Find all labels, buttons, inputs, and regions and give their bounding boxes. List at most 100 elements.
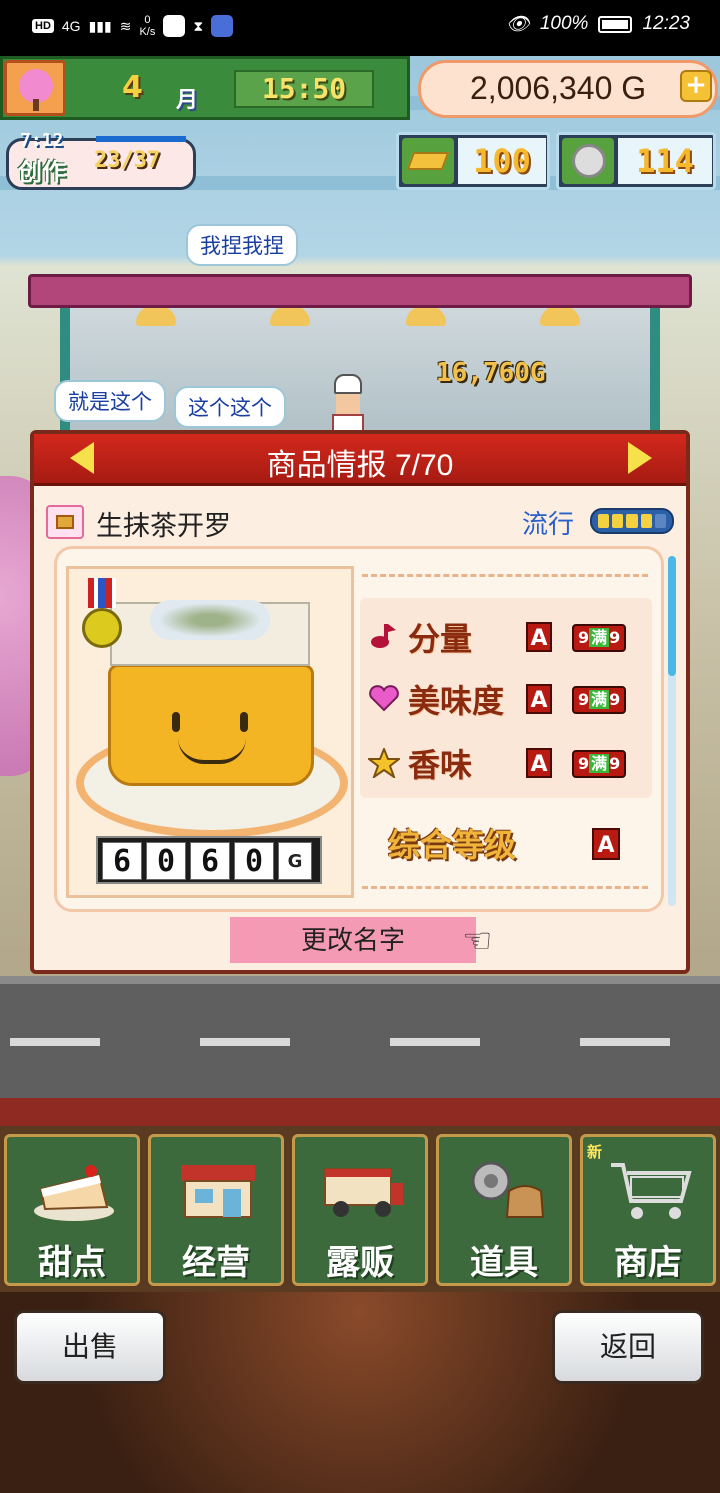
money-amount: 2,006,340 G: [470, 70, 647, 106]
cake-eye: [172, 712, 180, 732]
stat-max-badge: 9满9: [572, 750, 627, 778]
signal-icon: ▮▮▮: [88, 17, 112, 34]
floating-income: 16,760G: [436, 358, 546, 388]
battery-percent: 100%: [539, 13, 589, 34]
product-name: 生抹茶开罗: [96, 511, 231, 541]
cake-image: [108, 664, 314, 786]
chef-character[interactable]: [328, 374, 368, 434]
stat-grade: A: [526, 622, 552, 652]
overall-grade: A: [592, 828, 620, 860]
create-timer: 7:12: [20, 130, 64, 151]
month-unit: 月: [176, 88, 199, 113]
trend-segment: [598, 514, 610, 528]
lane-marking: [10, 1038, 100, 1046]
food-truck-icon: [317, 1155, 407, 1225]
gold-bar-icon: [402, 138, 454, 184]
music-note-icon: [368, 622, 400, 650]
create-label: 创作: [18, 158, 66, 186]
nav-dessert-button[interactable]: 甜点: [4, 1134, 140, 1286]
customer-speech-bubble: 就是这个: [54, 380, 166, 422]
pointing-hand-icon: ☜: [462, 921, 493, 961]
create-progress-bar: [96, 136, 186, 142]
nav-label: 露贩: [326, 1243, 394, 1283]
price-digit: 6: [190, 842, 230, 880]
hd-indicator: HD: [32, 19, 54, 33]
network-type: 4G: [61, 18, 81, 34]
next-arrow-icon[interactable]: [628, 442, 652, 474]
shop-icon: [173, 1155, 263, 1225]
trend-segment: [612, 514, 624, 528]
new-badge: 新: [587, 1143, 603, 1161]
previous-arrow-icon[interactable]: [70, 442, 94, 474]
price-digit: 0: [146, 842, 186, 880]
stat-max-badge: 9满9: [572, 686, 627, 714]
lamp-icon: [270, 306, 310, 326]
eye-icon: 👁: [505, 14, 530, 35]
stat-label: 分量: [408, 620, 473, 658]
stat-label: 美味度: [408, 682, 505, 720]
app-notification-icon: [163, 15, 186, 37]
divider: [362, 886, 648, 889]
product-category-icon: [46, 505, 84, 539]
trend-meter: [590, 508, 674, 534]
music-app-icon: [211, 15, 234, 37]
award-medal-icon: [82, 578, 122, 654]
battery-icon: [598, 15, 633, 33]
lamp-icon: [136, 306, 176, 326]
price-digit: 0: [234, 842, 274, 880]
trend-segment: [626, 514, 638, 528]
lane-marking: [390, 1038, 480, 1046]
price-display: 6 0 6 0 G: [96, 836, 322, 884]
create-count: 23/37: [94, 148, 161, 173]
cart-icon: [605, 1155, 695, 1225]
items-icon: [461, 1155, 551, 1225]
matcha-topping: [150, 600, 270, 640]
stat-row-aroma: 香味 A 9满9: [364, 736, 654, 786]
add-money-button[interactable]: +: [680, 70, 712, 102]
heart-icon: [368, 684, 400, 712]
lane-marking: [580, 1038, 670, 1046]
stat-grade: A: [526, 748, 552, 778]
silver-medal-icon: [562, 138, 614, 184]
trend-segment: [640, 514, 652, 528]
gold-count: 100: [458, 138, 546, 184]
shop-avatar-icon[interactable]: [4, 60, 66, 116]
rename-button[interactable]: 更改名字: [230, 917, 476, 963]
lamp-icon: [540, 306, 580, 326]
shop-awning: [28, 274, 692, 308]
stat-row-taste: 美味度 A 9满9: [364, 672, 654, 722]
lane-marking: [200, 1038, 290, 1046]
game-clock: 15:50: [234, 70, 374, 108]
customer-speech-bubble: 我捏我捏: [186, 224, 298, 266]
nav-store-button[interactable]: 新 商店: [580, 1134, 716, 1286]
hourglass-icon: ⧗: [193, 17, 204, 34]
stat-row-quantity: 分量 A 9满9: [364, 610, 654, 660]
back-button[interactable]: 返回: [552, 1310, 704, 1384]
stat-label: 香味: [408, 746, 473, 784]
stat-max-badge: 9满9: [572, 624, 627, 652]
scrollbar-thumb[interactable]: [668, 556, 676, 676]
status-time: 12:23: [642, 13, 690, 34]
nav-label: 甜点: [38, 1243, 106, 1283]
trend-segment: [654, 514, 667, 528]
medal-count: 114: [618, 138, 712, 184]
lamp-icon: [406, 306, 446, 326]
cake-eye: [240, 712, 248, 732]
network-speed: 0 K/s: [139, 14, 156, 38]
nav-label: 经营: [182, 1243, 250, 1283]
nav-stall-button[interactable]: 露贩: [292, 1134, 428, 1286]
stat-grade: A: [526, 684, 552, 714]
cake-icon: [29, 1155, 119, 1225]
sell-button[interactable]: 出售: [14, 1310, 166, 1384]
month-number: 4: [122, 70, 143, 105]
price-unit: G: [278, 842, 312, 880]
overall-grade-label: 综合等级: [388, 826, 517, 864]
nav-management-button[interactable]: 经营: [148, 1134, 284, 1286]
nav-items-button[interactable]: 道具: [436, 1134, 572, 1286]
price-digit: 6: [102, 842, 142, 880]
customer-speech-bubble: 这个这个: [174, 386, 286, 428]
panel-title: 商品情报 7/70: [266, 449, 454, 482]
divider: [362, 574, 648, 577]
star-icon: [366, 746, 402, 780]
status-bar: HD 4G ▮▮▮ ≋ 0 K/s ⧗ 👁 100% 12:23: [0, 0, 720, 56]
